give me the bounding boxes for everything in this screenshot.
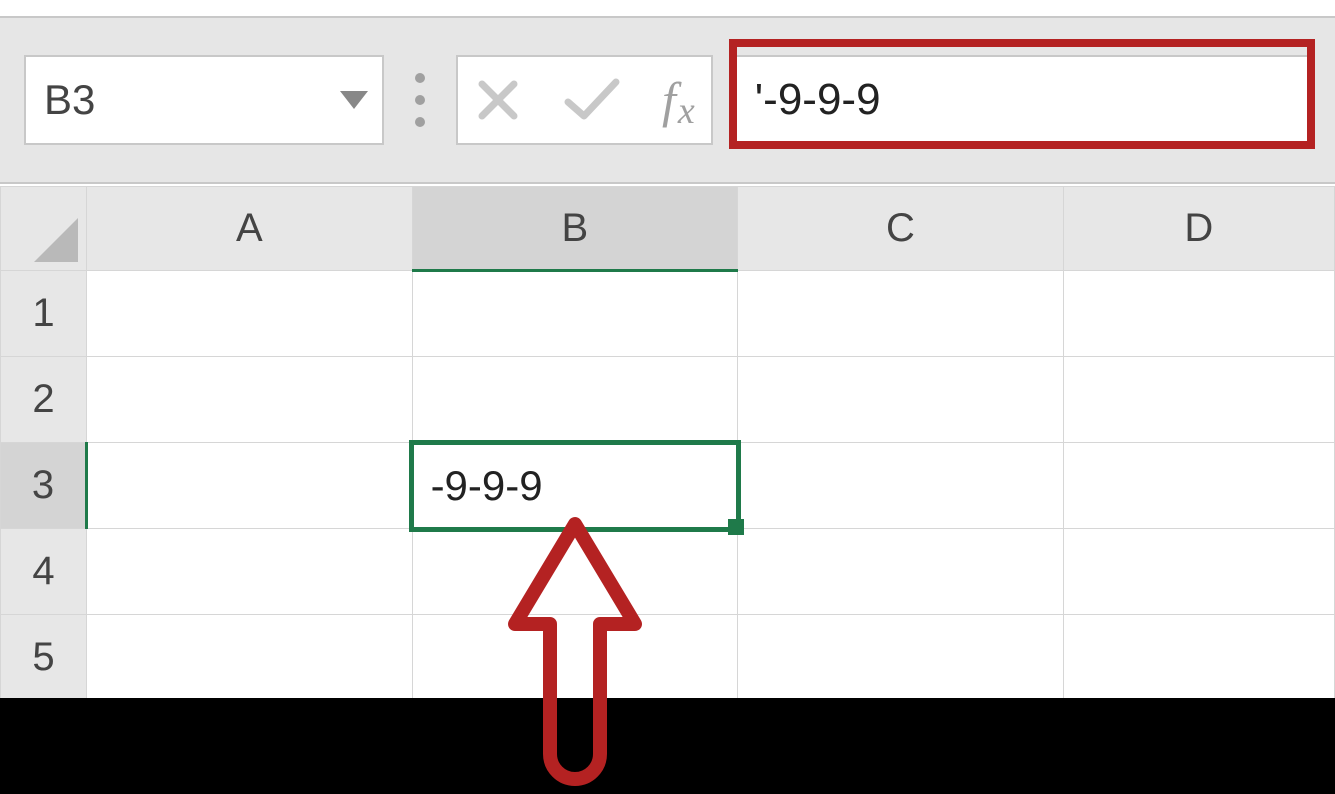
name-box[interactable]: B3 <box>24 55 384 145</box>
cell-a3[interactable] <box>87 443 413 529</box>
name-box-value: B3 <box>44 76 95 124</box>
cell-c5[interactable] <box>738 615 1064 701</box>
spreadsheet-grid: ABCD 123 -9-9-9 45 <box>0 186 1335 701</box>
cell-a1[interactable] <box>87 271 413 357</box>
cell-b4[interactable] <box>412 529 738 615</box>
column-header-d[interactable]: D <box>1063 187 1334 271</box>
cell-b1[interactable] <box>412 271 738 357</box>
cancel-x-icon <box>474 76 522 124</box>
cell-d3[interactable] <box>1063 443 1334 529</box>
column-header-a[interactable]: A <box>87 187 413 271</box>
cell-c3[interactable] <box>738 443 1064 529</box>
fx-icon[interactable]: fx <box>662 71 695 129</box>
column-header-b[interactable]: B <box>412 187 738 271</box>
cell-b5[interactable] <box>412 615 738 701</box>
row-header-2[interactable]: 2 <box>1 357 87 443</box>
cell-d5[interactable] <box>1063 615 1334 701</box>
cell-d1[interactable] <box>1063 271 1334 357</box>
cell-c2[interactable] <box>738 357 1064 443</box>
cell-c4[interactable] <box>738 529 1064 615</box>
bottom-black-bar <box>0 698 1335 794</box>
cell-d4[interactable] <box>1063 529 1334 615</box>
row-header-4[interactable]: 4 <box>1 529 87 615</box>
formula-bar-tools: fx <box>456 55 713 145</box>
formula-bar-input[interactable]: '-9-9-9 <box>729 55 1311 145</box>
cell-c1[interactable] <box>738 271 1064 357</box>
confirm-check-icon <box>562 76 622 124</box>
cell-b2[interactable] <box>412 357 738 443</box>
row-header-1[interactable]: 1 <box>1 271 87 357</box>
cell-b3[interactable]: -9-9-9 <box>412 443 738 529</box>
cell-d2[interactable] <box>1063 357 1334 443</box>
cell-a5[interactable] <box>87 615 413 701</box>
name-box-dropdown-icon[interactable] <box>340 91 368 109</box>
row-header-5[interactable]: 5 <box>1 615 87 701</box>
cell-a2[interactable] <box>87 357 413 443</box>
row-header-3[interactable]: 3 <box>1 443 87 529</box>
formula-bar-area: B3 fx '-9-9-9 <box>0 18 1335 182</box>
window-top-strip <box>0 0 1335 18</box>
formula-bar-grip-icon <box>400 55 440 145</box>
select-all-corner[interactable] <box>1 187 87 271</box>
column-header-c[interactable]: C <box>738 187 1064 271</box>
cell-a4[interactable] <box>87 529 413 615</box>
formula-bar-value: '-9-9-9 <box>755 75 881 125</box>
